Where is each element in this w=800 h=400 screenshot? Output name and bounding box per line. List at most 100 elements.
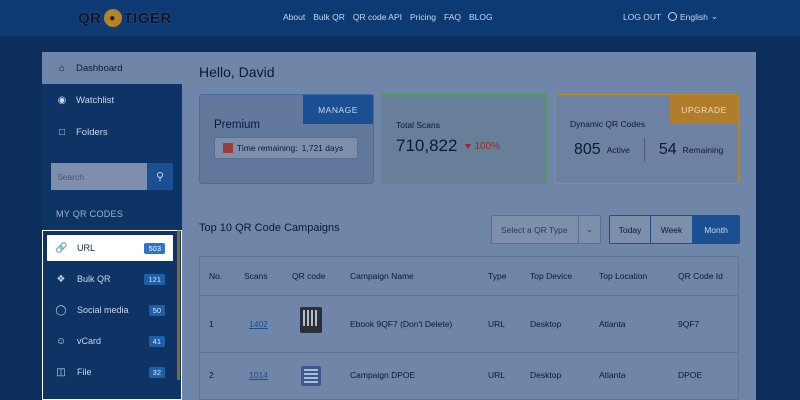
campaigns-table: No. Scans QR code Campaign Name Type Top… [199,256,739,400]
qr-type-social-media[interactable]: ◯ Social media 50 [47,297,173,323]
my-qr-codes-heading: MY QR CODES [56,209,124,219]
search-button[interactable]: ⚲ [147,163,173,190]
qr-code-thumbnail[interactable] [300,307,322,333]
col-header-top-location: Top Location [599,271,648,281]
col-header-type: Type [488,271,507,281]
chevron-down-icon: ⌄ [578,216,600,243]
sidebar-item-dashboard-inner: ⌂ Dashboard [56,62,123,74]
qr-type-bulk-qr[interactable]: ❖ Bulk QR 121 [47,266,173,292]
calendar-icon [223,143,233,153]
qr-type-count: 41 [148,335,165,347]
period-month[interactable]: Month [693,216,739,243]
qr-type-url[interactable]: 🔗 URL 503 [47,235,173,261]
table-divider [200,295,738,296]
qr-code-thumbnail[interactable] [301,366,321,386]
file-icon: ◫ [56,366,66,378]
qr-type-label: File [77,367,92,377]
qr-type-label: Bulk QR [77,274,111,284]
row-campaign-name: Campaign DPOE [350,370,416,380]
row-type: URL [488,319,506,329]
row-top-device: Desktop [530,319,562,329]
dynamic-qr-stats: 805 Active 54 Remaining [574,138,723,162]
row-scans-link[interactable]: 1014 [249,370,268,380]
col-header-scans: Scans [244,271,268,281]
search-input[interactable] [51,163,147,190]
row-campaign-name: Ebook 9QF7 (Don't Delete) [350,319,453,329]
nav-pricing[interactable]: Pricing [410,12,436,22]
time-remaining-label: Time remaining: [237,143,298,153]
total-scans-label: Total Scans [396,120,440,130]
remaining-count: 54 [658,141,677,158]
qr-type-label: Social media [77,305,129,315]
qr-type-select[interactable]: Select a QR Type ⌄ [491,215,601,244]
chat-icon: ◯ [55,304,67,316]
period-toggle: Today Week Month [609,215,740,244]
nav-bulk-qr[interactable]: Bulk QR [313,12,345,22]
chevron-down-icon: ⌄ [710,11,719,21]
qr-type-count: 503 [144,242,165,254]
total-scans-value: 710,822 [396,136,458,155]
scans-delta: 100% [465,141,500,152]
qr-type-count: 32 [148,366,165,378]
home-icon: ⌂ [58,62,66,74]
sidebar-item-label: Watchlist [76,94,115,106]
qr-search: ⚲ [51,163,173,190]
qr-tiger-logo[interactable]: QR ● TIGER [78,7,172,29]
scans-delta-value: 100% [474,140,501,152]
eye-icon: ◉ [57,94,67,106]
language-selector[interactable]: English ⌄ [668,11,718,22]
row-no: 2 [209,370,214,380]
search-icon: ⚲ [155,171,165,183]
qr-type-vcard[interactable]: ☺ vCard 41 [47,328,173,354]
plan-title: Premium [214,119,261,131]
col-header-campaign-name: Campaign Name [350,271,414,281]
row-top-location: Atlanta [599,319,626,329]
user-icon: ☺ [55,335,67,347]
row-type: URL [488,370,506,380]
sidebar-item-label: Folders [76,126,108,138]
nav-about[interactable]: About [283,12,305,22]
period-today[interactable]: Today [610,216,651,243]
total-scans-value-wrap: 710,822 100% [396,136,500,156]
row-qr-code-id: DPOE [678,370,703,380]
sidebar-item-label: Dashboard [76,62,123,74]
bulk-qr-icon: ❖ [56,273,66,285]
nav-qr-code-api[interactable]: QR code API [353,12,402,22]
qr-type-count: 121 [144,273,165,285]
main-nav: About Bulk QR QR code API Pricing FAQ BL… [283,12,501,22]
sidebar-item-dashboard[interactable]: ⌂ Dashboard [42,52,182,84]
dynamic-qr-label: Dynamic QR Codes [570,119,646,129]
period-week[interactable]: Week [651,216,693,243]
row-top-device: Desktop [530,370,562,380]
qr-type-select-placeholder: Select a QR Type [501,224,568,235]
qr-type-file[interactable]: ◫ File 32 [47,359,173,385]
nav-faq[interactable]: FAQ [444,12,461,22]
qr-type-label: URL [77,243,96,253]
link-icon: 🔗 [55,242,68,254]
qr-type-list: 🔗 URL 503 ❖ Bulk QR 121 ◯ Social media 5… [42,230,182,400]
dashboard-main: Hello, David MANAGE Premium Time remaini… [182,52,756,400]
col-header-no: No. [209,271,223,281]
nav-blog[interactable]: BLOG [469,12,493,22]
row-scans-link[interactable]: 1402 [249,319,268,329]
arrow-down-icon [465,143,472,149]
col-header-top-device: Top Device [530,271,573,281]
stats-divider [643,138,645,162]
qr-type-count: 50 [148,304,165,316]
sidebar-scrollbar[interactable] [177,230,180,380]
manage-button[interactable]: MANAGE [303,95,373,124]
language-label: English [680,11,708,22]
total-scans-card: Total Scans 710,822 100% [381,94,547,184]
time-remaining-value: 1,721 days [301,143,344,153]
tiger-logo-icon: ● [103,9,122,27]
globe-icon [668,12,677,21]
active-label: Active [606,145,630,155]
sidebar-item-folders[interactable]: □ Folders [56,126,108,138]
sidebar-item-watchlist[interactable]: ◉ Watchlist [56,94,115,106]
logout-link[interactable]: LOG OUT [623,12,661,22]
top-navbar: QR ● TIGER About Bulk QR QR code API Pri… [0,0,800,36]
row-no: 1 [209,319,214,329]
folder-icon: □ [58,126,66,138]
greeting: Hello, David [199,64,275,80]
upgrade-button[interactable]: UPGRADE [670,95,738,124]
